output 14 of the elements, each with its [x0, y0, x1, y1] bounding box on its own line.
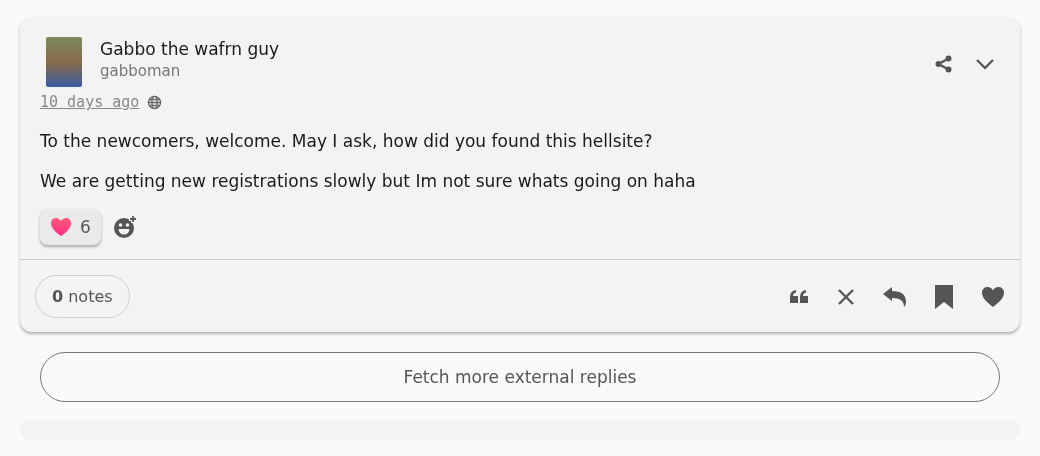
post-paragraph: To the newcomers, welcome. May I ask, how did you found this hellsite?	[40, 131, 654, 151]
bookmark-icon	[934, 284, 954, 309]
fetch-replies-button[interactable]: Fetch more external replies	[40, 352, 1000, 402]
close-icon	[836, 286, 856, 307]
globe-icon	[147, 94, 163, 110]
author-handle[interactable]: gabboman	[100, 62, 280, 80]
post-paragraph: We are getting new registrations slowly but Im not sure whats going on haha	[40, 171, 697, 191]
heart-icon	[50, 217, 72, 237]
reaction-button[interactable]: 6	[40, 209, 101, 245]
share-icon	[934, 54, 954, 74]
reply-icon	[882, 285, 908, 308]
author-name[interactable]: Gabbo the wafrn guy	[100, 39, 280, 59]
add-emoji-icon	[112, 214, 139, 240]
heart-icon	[980, 285, 1006, 308]
